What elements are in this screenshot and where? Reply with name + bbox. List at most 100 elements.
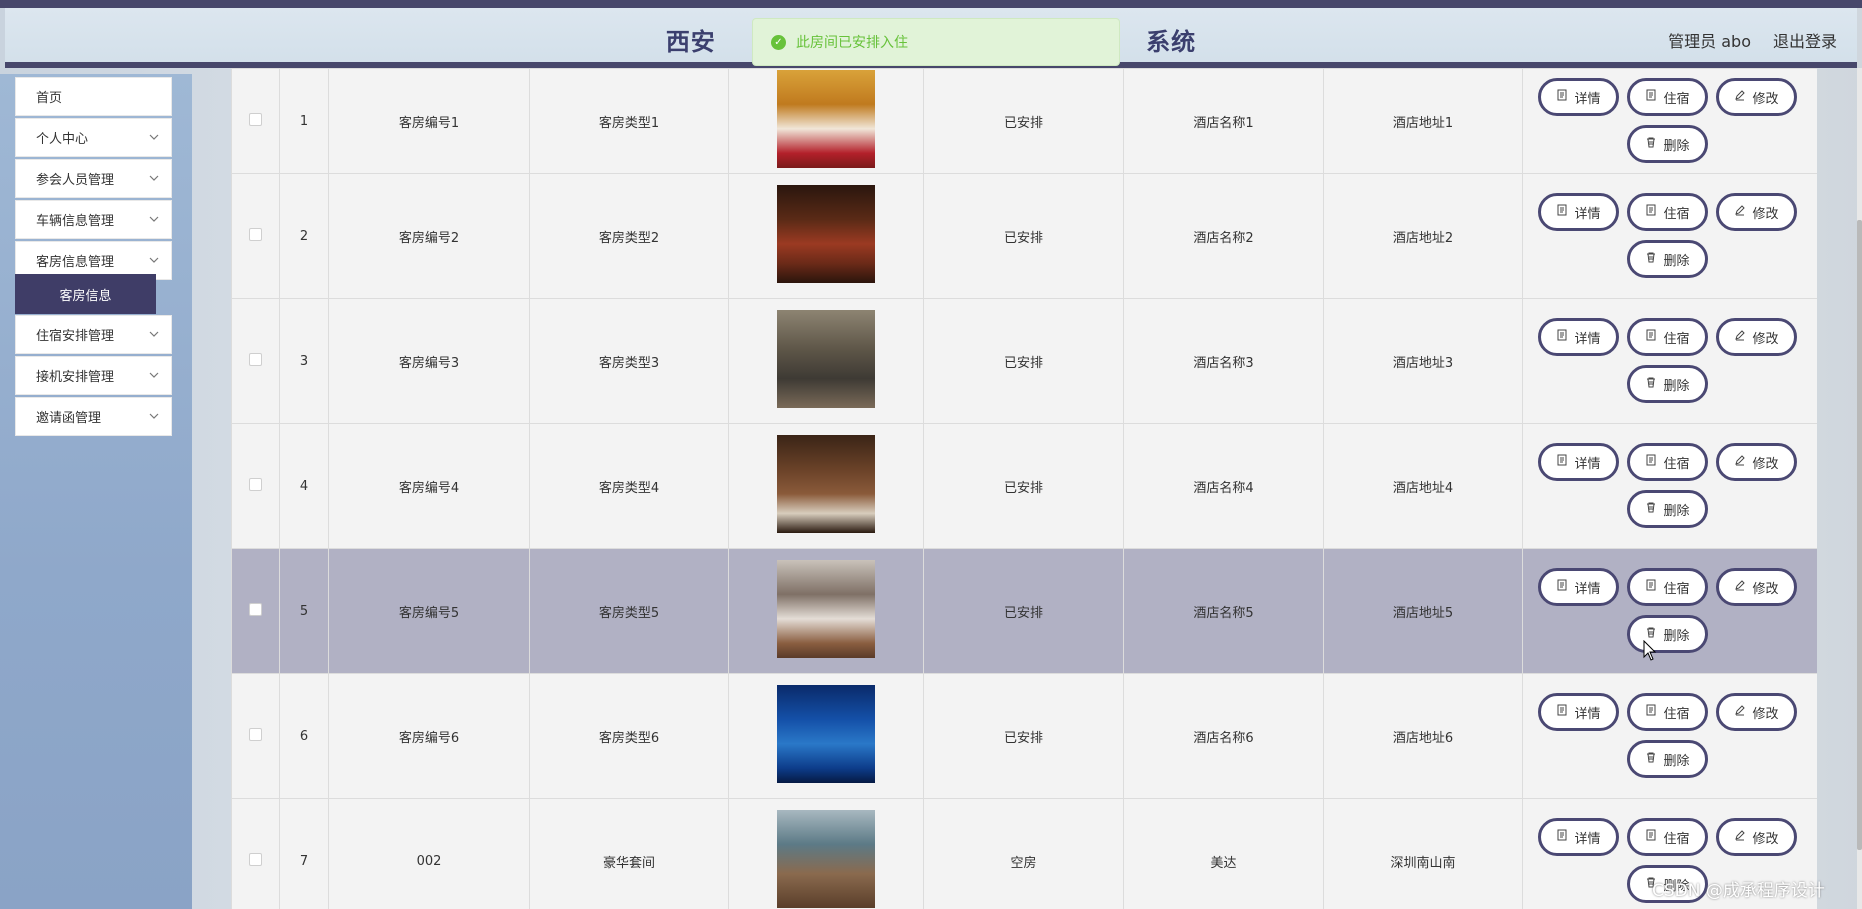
stay-button[interactable]: 住宿 <box>1627 318 1708 356</box>
hotel-name: 酒店名称6 <box>1123 673 1324 799</box>
trash-icon <box>1645 751 1657 767</box>
stay-button[interactable]: 住宿 <box>1627 443 1708 481</box>
row-actions: 详情 住宿 修改 删除 <box>1523 69 1817 173</box>
actions-cell: 详情 住宿 修改 删除 <box>1522 173 1817 299</box>
stay-button[interactable]: 住宿 <box>1627 693 1708 731</box>
row-checkbox-cell[interactable] <box>231 68 280 174</box>
actions-cell: 详情 住宿 修改 删除 <box>1522 673 1817 799</box>
detail-label: 详情 <box>1574 456 1601 472</box>
delete-button[interactable]: 删除 <box>1627 125 1708 163</box>
row-index: 2 <box>279 173 329 299</box>
admin-label[interactable]: 管理员 abo <box>1668 28 1751 52</box>
sidebar-item-pickup[interactable]: 接机安排管理 <box>15 356 172 395</box>
row-checkbox[interactable] <box>249 852 262 866</box>
sidebar-item-invitations[interactable]: 邀请函管理 <box>15 397 172 436</box>
logout-link[interactable]: 退出登录 <box>1773 28 1837 52</box>
sidebar: 首页 个人中心 参会人员管理 车辆信息管理 客房信息管理 客房信息 住宿安排管理… <box>0 74 192 909</box>
row-checkbox-cell[interactable] <box>231 423 280 549</box>
table-row[interactable]: 5 客房编号5 客房类型5 已安排 酒店名称5 酒店地址5 详情 住宿 修改 删… <box>231 548 1817 674</box>
room-type: 客房类型4 <box>529 423 729 549</box>
row-checkbox-cell[interactable] <box>231 173 280 299</box>
edit-label: 修改 <box>1752 331 1779 347</box>
row-checkbox-cell[interactable] <box>231 798 280 909</box>
table-row[interactable]: 3 客房编号3 客房类型3 已安排 酒店名称3 酒店地址3 详情 住宿 修改 删… <box>231 298 1817 424</box>
detail-button[interactable]: 详情 <box>1538 568 1619 606</box>
chevron-down-icon <box>149 372 159 378</box>
room-status: 已安排 <box>923 298 1124 424</box>
sidebar-subitem-room-info[interactable]: 客房信息 <box>15 274 156 314</box>
scrollbar-thumb[interactable] <box>1857 220 1862 850</box>
edit-button[interactable]: 修改 <box>1716 443 1797 481</box>
sidebar-item-attendees[interactable]: 参会人员管理 <box>15 159 172 198</box>
hotel-address: 酒店地址1 <box>1323 68 1523 174</box>
row-checkbox[interactable] <box>249 727 262 741</box>
delete-label: 删除 <box>1663 378 1690 394</box>
row-checkbox[interactable] <box>249 112 262 126</box>
room-number: 002 <box>328 798 530 909</box>
edit-label: 修改 <box>1752 206 1779 222</box>
stay-button[interactable]: 住宿 <box>1627 193 1708 231</box>
document-icon <box>1645 704 1657 720</box>
detail-button[interactable]: 详情 <box>1538 693 1619 731</box>
stay-label: 住宿 <box>1663 581 1690 597</box>
sidebar-item-vehicles[interactable]: 车辆信息管理 <box>15 200 172 239</box>
edit-button[interactable]: 修改 <box>1716 318 1797 356</box>
detail-button[interactable]: 详情 <box>1538 78 1619 116</box>
document-icon <box>1556 829 1568 845</box>
detail-label: 详情 <box>1574 206 1601 222</box>
delete-button[interactable]: 删除 <box>1627 365 1708 403</box>
chevron-down-icon <box>149 134 159 140</box>
delete-button[interactable]: 删除 <box>1627 740 1708 778</box>
sidebar-item-home[interactable]: 首页 <box>15 77 172 116</box>
detail-button[interactable]: 详情 <box>1538 318 1619 356</box>
room-photo-cell <box>728 298 924 424</box>
row-checkbox[interactable] <box>249 352 262 366</box>
edit-button[interactable]: 修改 <box>1716 193 1797 231</box>
delete-button[interactable]: 删除 <box>1627 240 1708 278</box>
edit-label: 修改 <box>1752 831 1779 847</box>
edit-button[interactable]: 修改 <box>1716 568 1797 606</box>
row-checkbox[interactable] <box>249 602 262 616</box>
table-row[interactable]: 6 客房编号6 客房类型6 已安排 酒店名称6 酒店地址6 详情 住宿 修改 删… <box>231 673 1817 799</box>
pencil-icon <box>1734 704 1746 720</box>
row-checkbox-cell[interactable] <box>231 548 280 674</box>
room-table: 1 客房编号1 客房类型1 已安排 酒店名称1 酒店地址1 详情 住宿 修改 删… <box>231 68 1817 909</box>
table-row[interactable]: 1 客房编号1 客房类型1 已安排 酒店名称1 酒店地址1 详情 住宿 修改 删… <box>231 68 1817 174</box>
stay-button[interactable]: 住宿 <box>1627 78 1708 116</box>
sidebar-item-lodging[interactable]: 住宿安排管理 <box>15 315 172 354</box>
chevron-down-icon <box>149 413 159 419</box>
room-status: 已安排 <box>923 173 1124 299</box>
table-row[interactable]: 2 客房编号2 客房类型2 已安排 酒店名称2 酒店地址2 详情 住宿 修改 删… <box>231 173 1817 299</box>
edit-button[interactable]: 修改 <box>1716 78 1797 116</box>
detail-label: 详情 <box>1574 91 1601 107</box>
sidebar-item-personal[interactable]: 个人中心 <box>15 118 172 157</box>
detail-label: 详情 <box>1574 706 1601 722</box>
document-icon <box>1556 704 1568 720</box>
delete-button[interactable]: 删除 <box>1627 615 1708 653</box>
hotel-name: 酒店名称5 <box>1123 548 1324 674</box>
detail-button[interactable]: 详情 <box>1538 818 1619 856</box>
room-photo-cell <box>728 173 924 299</box>
edit-button[interactable]: 修改 <box>1716 818 1797 856</box>
room-photo-cell <box>728 423 924 549</box>
room-type: 客房类型6 <box>529 673 729 799</box>
row-checkbox-cell[interactable] <box>231 673 280 799</box>
stay-button[interactable]: 住宿 <box>1627 818 1708 856</box>
delete-button[interactable]: 删除 <box>1627 490 1708 528</box>
stay-label: 住宿 <box>1663 456 1690 472</box>
row-checkbox[interactable] <box>249 477 262 491</box>
stay-button[interactable]: 住宿 <box>1627 568 1708 606</box>
sidebar-item-label: 接机安排管理 <box>36 370 115 385</box>
detail-label: 详情 <box>1574 331 1601 347</box>
sidebar-item-label: 客房信息管理 <box>36 255 115 270</box>
row-checkbox[interactable] <box>249 227 262 241</box>
room-status: 已安排 <box>923 423 1124 549</box>
table-row[interactable]: 7 002 豪华套间 空房 美达 深圳南山南 详情 住宿 修改 删除 <box>231 798 1817 909</box>
table-row[interactable]: 4 客房编号4 客房类型4 已安排 酒店名称4 酒店地址4 详情 住宿 修改 删… <box>231 423 1817 549</box>
detail-button[interactable]: 详情 <box>1538 443 1619 481</box>
row-checkbox-cell[interactable] <box>231 298 280 424</box>
room-number: 客房编号6 <box>328 673 530 799</box>
edit-button[interactable]: 修改 <box>1716 693 1797 731</box>
trash-icon <box>1645 251 1657 267</box>
detail-button[interactable]: 详情 <box>1538 193 1619 231</box>
